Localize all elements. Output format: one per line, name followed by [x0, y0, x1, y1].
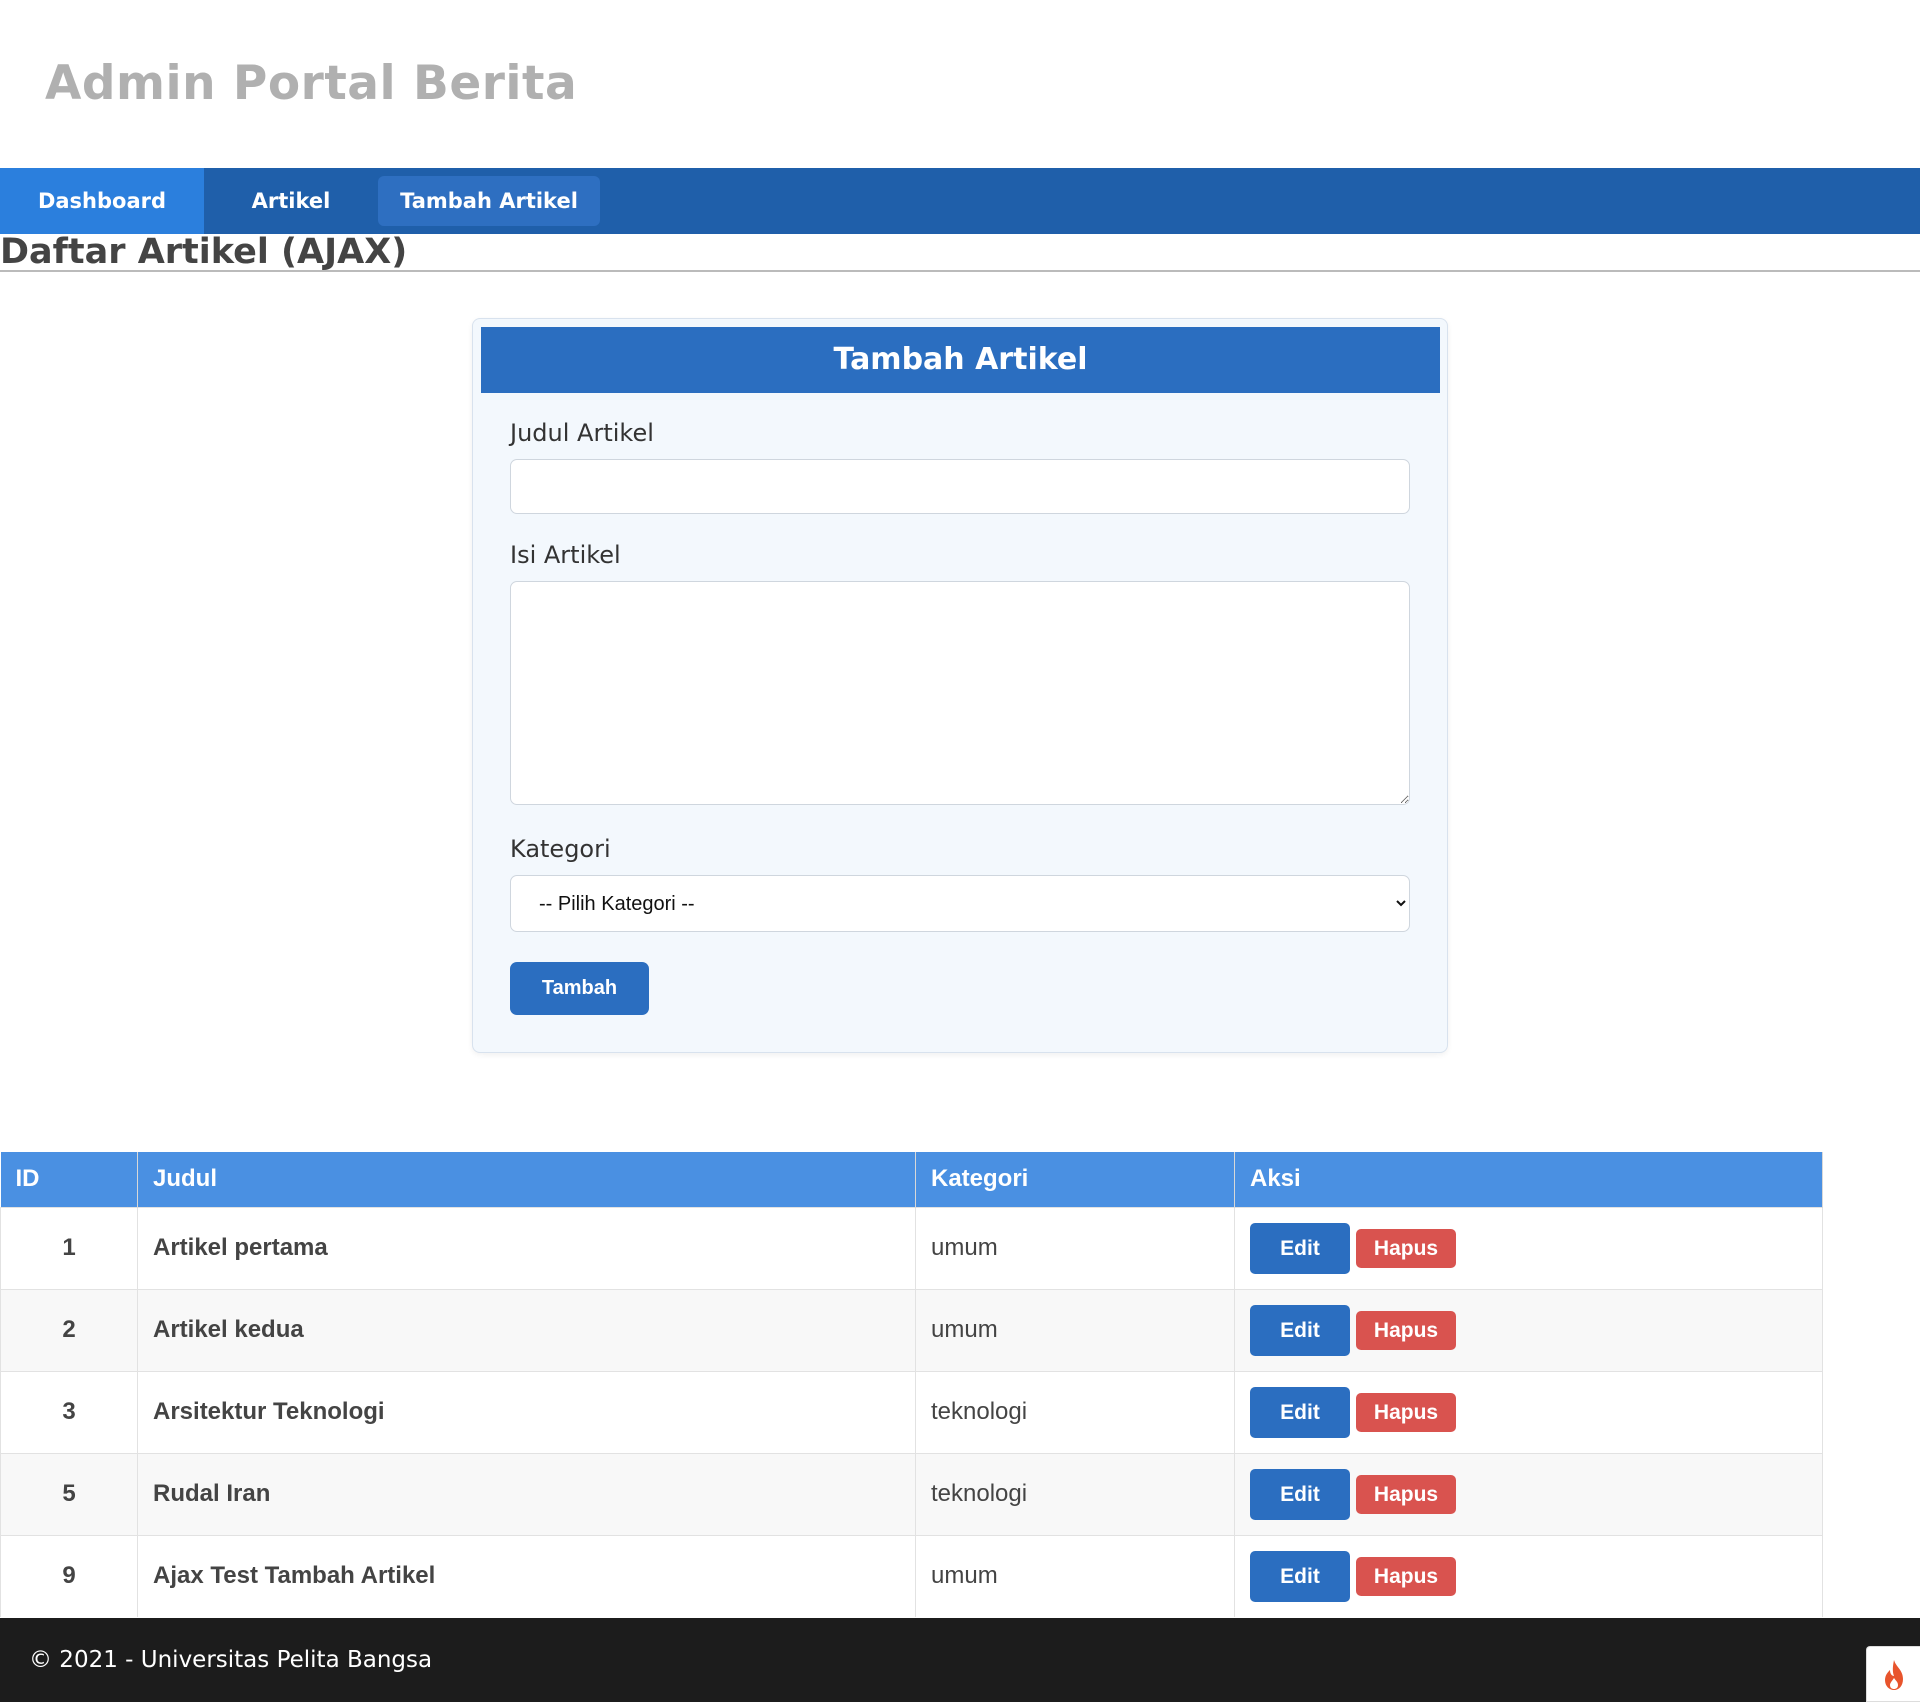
- cell-judul: Arsitektur Teknologi: [137, 1370, 916, 1453]
- cell-aksi: Edit Hapus: [1234, 1206, 1823, 1289]
- nav-item-dashboard[interactable]: Dashboard: [0, 168, 204, 234]
- edit-button[interactable]: Edit: [1250, 1386, 1350, 1438]
- header-kategori: Kategori: [915, 1152, 1235, 1207]
- cell-kategori: teknologi: [915, 1370, 1235, 1453]
- kategori-select[interactable]: -- Pilih Kategori --: [510, 875, 1410, 932]
- hapus-button[interactable]: Hapus: [1356, 1474, 1456, 1514]
- form-title: Tambah Artikel: [481, 327, 1440, 393]
- judul-input[interactable]: [510, 459, 1410, 514]
- table-header-row: ID Judul Kategori Aksi: [0, 1152, 1823, 1207]
- cell-kategori: umum: [915, 1288, 1235, 1371]
- articles-table: ID Judul Kategori Aksi 1 Artikel pertama…: [0, 1152, 1823, 1617]
- table-row: 1 Artikel pertama umum Edit Hapus: [0, 1206, 1823, 1289]
- edit-button[interactable]: Edit: [1250, 1550, 1350, 1602]
- table-row: 2 Artikel kedua umum Edit Hapus: [0, 1288, 1823, 1371]
- header-judul: Judul: [137, 1152, 916, 1207]
- debug-toolbar-toggle[interactable]: [1866, 1646, 1920, 1702]
- cell-id: 3: [0, 1370, 138, 1453]
- cell-aksi: Edit Hapus: [1234, 1288, 1823, 1371]
- main-nav: Dashboard Artikel Tambah Artikel: [0, 168, 1920, 234]
- cell-judul: Ajax Test Tambah Artikel: [137, 1534, 916, 1617]
- edit-button[interactable]: Edit: [1250, 1304, 1350, 1356]
- header-aksi: Aksi: [1234, 1152, 1823, 1207]
- cell-aksi: Edit Hapus: [1234, 1534, 1823, 1617]
- flame-icon: [1884, 1660, 1903, 1690]
- page-heading: Daftar Artikel (AJAX): [0, 232, 1920, 272]
- isi-label: Isi Artikel: [510, 541, 621, 569]
- cell-judul: Artikel pertama: [137, 1206, 916, 1289]
- tambah-button[interactable]: Tambah: [510, 962, 649, 1015]
- cell-kategori: umum: [915, 1206, 1235, 1289]
- isi-textarea[interactable]: [510, 581, 1410, 805]
- cell-id: 2: [0, 1288, 138, 1371]
- hapus-button[interactable]: Hapus: [1356, 1310, 1456, 1350]
- cell-judul: Artikel kedua: [137, 1288, 916, 1371]
- add-article-form-card: Tambah Artikel Judul Artikel Isi Artikel…: [472, 318, 1448, 1053]
- table-row: 9 Ajax Test Tambah Artikel umum Edit Hapu…: [0, 1534, 1823, 1617]
- edit-button[interactable]: Edit: [1250, 1468, 1350, 1520]
- hapus-button[interactable]: Hapus: [1356, 1392, 1456, 1432]
- judul-label: Judul Artikel: [510, 419, 654, 447]
- nav-item-tambah-artikel[interactable]: Tambah Artikel: [378, 176, 600, 226]
- site-footer: © 2021 - Universitas Pelita Bangsa: [0, 1618, 1920, 1702]
- cell-aksi: Edit Hapus: [1234, 1452, 1823, 1535]
- table-row: 5 Rudal Iran teknologi Edit Hapus: [0, 1452, 1823, 1535]
- cell-id: 1: [0, 1206, 138, 1289]
- table-row: 3 Arsitektur Teknologi teknologi Edit Hap…: [0, 1370, 1823, 1453]
- hapus-button[interactable]: Hapus: [1356, 1228, 1456, 1268]
- site-title: Admin Portal Berita: [45, 56, 578, 111]
- cell-aksi: Edit Hapus: [1234, 1370, 1823, 1453]
- cell-kategori: teknologi: [915, 1452, 1235, 1535]
- cell-judul: Rudal Iran: [137, 1452, 916, 1535]
- edit-button[interactable]: Edit: [1250, 1222, 1350, 1274]
- hapus-button[interactable]: Hapus: [1356, 1556, 1456, 1596]
- cell-id: 5: [0, 1452, 138, 1535]
- cell-id: 9: [0, 1534, 138, 1617]
- header-id: ID: [0, 1152, 138, 1207]
- site-header: Admin Portal Berita: [0, 0, 1920, 168]
- cell-kategori: umum: [915, 1534, 1235, 1617]
- nav-item-artikel[interactable]: Artikel: [204, 168, 378, 234]
- kategori-label: Kategori: [510, 835, 611, 863]
